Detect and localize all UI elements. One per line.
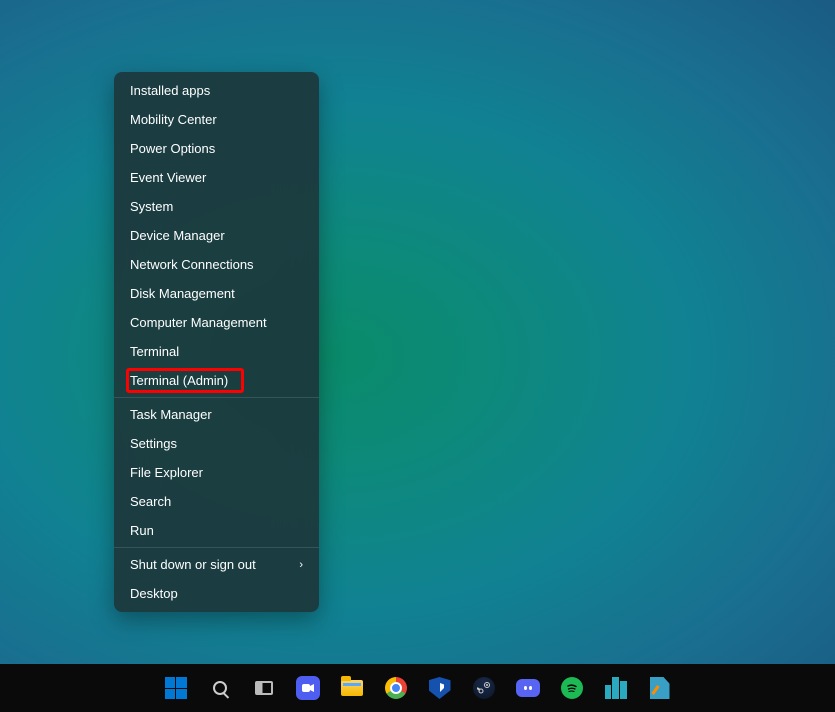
- menu-item-label: Mobility Center: [130, 112, 217, 127]
- menu-run[interactable]: Run: [114, 516, 319, 545]
- menu-separator: [114, 397, 319, 398]
- menu-power-options[interactable]: Power Options: [114, 134, 319, 163]
- chrome-icon: [385, 677, 407, 699]
- menu-item-label: Network Connections: [130, 257, 254, 272]
- menu-computer-management[interactable]: Computer Management: [114, 308, 319, 337]
- menu-item-label: Task Manager: [130, 407, 212, 422]
- menu-item-label: Search: [130, 494, 171, 509]
- start-button[interactable]: [160, 672, 192, 704]
- windows-logo-icon: [165, 677, 187, 699]
- menu-item-label: Device Manager: [130, 228, 225, 243]
- taskbar: [0, 664, 835, 712]
- menu-terminal[interactable]: Terminal: [114, 337, 319, 366]
- menu-network-connections[interactable]: Network Connections: [114, 250, 319, 279]
- chevron-right-icon: ›: [299, 559, 303, 571]
- menu-item-label: Settings: [130, 436, 177, 451]
- task-view-icon: [255, 681, 273, 695]
- menu-desktop[interactable]: Desktop: [114, 579, 319, 608]
- menu-event-viewer[interactable]: Event Viewer: [114, 163, 319, 192]
- menu-item-label: Power Options: [130, 141, 215, 156]
- discord-icon: [516, 679, 540, 697]
- menu-search[interactable]: Search: [114, 487, 319, 516]
- task-view-button[interactable]: [248, 672, 280, 704]
- menu-task-manager[interactable]: Task Manager: [114, 400, 319, 429]
- chat-app[interactable]: [292, 672, 324, 704]
- document-edit-icon: [650, 677, 670, 699]
- menu-installed-apps[interactable]: Installed apps: [114, 76, 319, 105]
- spotify-icon: [561, 677, 583, 699]
- file-explorer-app[interactable]: [336, 672, 368, 704]
- search-icon: [213, 681, 227, 695]
- menu-item-label: System: [130, 199, 173, 214]
- menu-mobility-center[interactable]: Mobility Center: [114, 105, 319, 134]
- menu-device-manager[interactable]: Device Manager: [114, 221, 319, 250]
- menu-file-explorer[interactable]: File Explorer: [114, 458, 319, 487]
- menu-separator: [114, 547, 319, 548]
- menu-item-label: Installed apps: [130, 83, 210, 98]
- menu-disk-management[interactable]: Disk Management: [114, 279, 319, 308]
- menu-item-label: Event Viewer: [130, 170, 206, 185]
- steam-app[interactable]: [468, 672, 500, 704]
- menu-item-label: Shut down or sign out: [130, 557, 256, 572]
- menu-item-label: Disk Management: [130, 286, 235, 301]
- menu-shutdown[interactable]: Shut down or sign out ›: [114, 550, 319, 579]
- menu-item-label: Desktop: [130, 586, 178, 601]
- folder-icon: [341, 680, 363, 696]
- steam-icon: [473, 677, 495, 699]
- editor-app[interactable]: [644, 672, 676, 704]
- menu-terminal-admin[interactable]: Terminal (Admin): [114, 366, 319, 395]
- menu-item-label: Run: [130, 523, 154, 538]
- spotify-app[interactable]: [556, 672, 588, 704]
- menu-item-label: Terminal: [130, 344, 179, 359]
- video-chat-icon: [296, 676, 320, 700]
- cities-app[interactable]: [600, 672, 632, 704]
- menu-item-label: File Explorer: [130, 465, 203, 480]
- menu-item-label: Computer Management: [130, 315, 267, 330]
- menu-system[interactable]: System: [114, 192, 319, 221]
- winx-context-menu: Installed apps Mobility Center Power Optio…: [114, 72, 319, 612]
- buildings-icon: [605, 677, 627, 699]
- menu-settings[interactable]: Settings: [114, 429, 319, 458]
- search-button[interactable]: [204, 672, 236, 704]
- menu-item-label: Terminal (Admin): [130, 373, 228, 388]
- bitwarden-app[interactable]: [424, 672, 456, 704]
- chrome-app[interactable]: [380, 672, 412, 704]
- shield-icon: [429, 677, 451, 699]
- discord-app[interactable]: [512, 672, 544, 704]
